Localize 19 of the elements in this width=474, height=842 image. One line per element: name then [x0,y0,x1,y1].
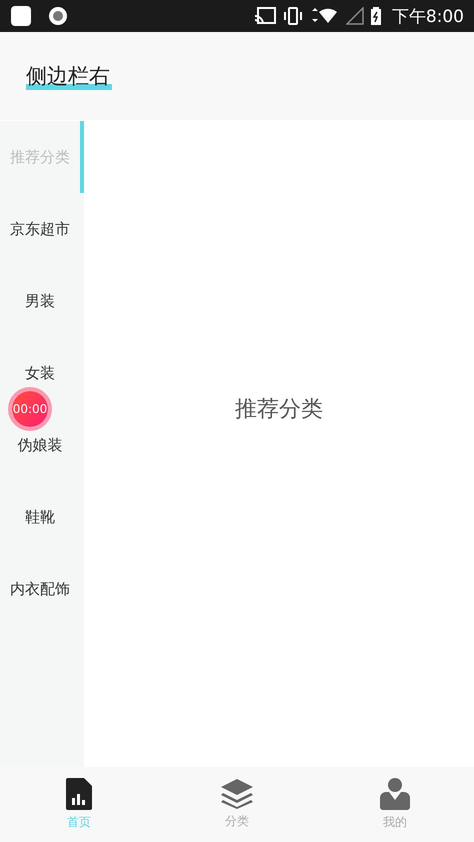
layers-icon [221,779,253,809]
selection-indicator [80,121,84,193]
sidebar-item[interactable]: 女装 [25,363,55,383]
content-title: 推荐分类 [235,396,323,424]
cast-icon [254,7,276,25]
sidebar-item[interactable]: 男装 [25,291,55,311]
chart-card-icon [66,778,92,810]
sidebar-item[interactable]: 鞋靴 [25,507,55,527]
signal-icon [346,7,364,25]
sidebar-item[interactable]: 伪娘装 [18,435,62,455]
wifi-icon [310,7,340,25]
sidebar-item[interactable]: 内衣配饰 [10,579,70,599]
vibrate-icon [282,7,304,25]
app-icon [10,5,32,27]
battery-icon [370,7,382,25]
sidebar-item[interactable]: 京东超市 [10,219,70,239]
status-time: 下午8:00 [392,6,464,28]
person-icon [380,778,410,810]
record-icon [48,6,68,26]
